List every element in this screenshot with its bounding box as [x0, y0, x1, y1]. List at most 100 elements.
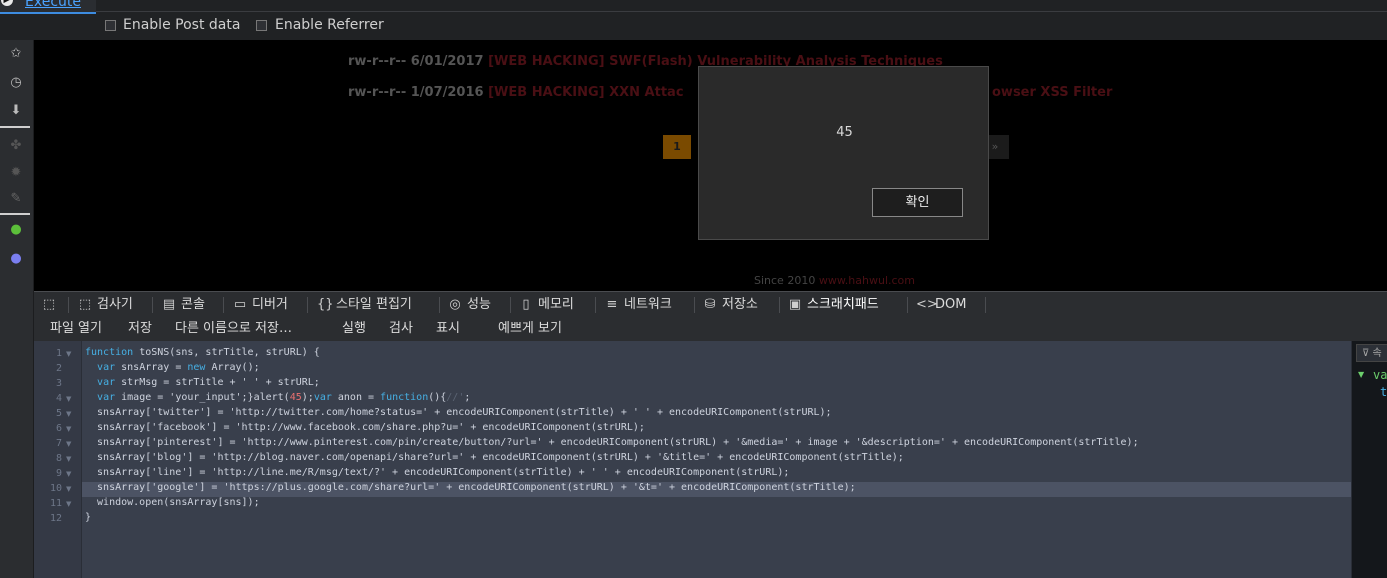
post-title: [WEB HACKING] XXN Attac — [488, 85, 684, 100]
debugger-icon: ▭ — [233, 297, 247, 312]
green-extension-icon[interactable]: ● — [7, 221, 25, 239]
execute-label: Execute — [25, 0, 81, 10]
tab-debugger[interactable]: ▭ 디버거 — [233, 292, 288, 318]
tab-inspector[interactable]: ⬚ 검사기 — [78, 292, 133, 318]
post-meta: rw-r--r-- 1/07/2016 — [348, 85, 484, 100]
code-line: snsArray['line'] = 'http://line.me/R/msg… — [85, 467, 790, 478]
execute-tab[interactable]: ▶ Execute — [0, 0, 96, 14]
filter-input[interactable]: ⊽ 속 — [1356, 344, 1387, 362]
code-line: function toSNS(sns, strTitle, strURL) { — [85, 347, 320, 358]
fold-arrow-icon[interactable]: ▼ — [66, 470, 71, 478]
enable-referrer-label: Enable Referrer — [275, 17, 384, 33]
sidebar-divider — [0, 126, 30, 128]
style-editor-icon: {} — [317, 297, 334, 312]
alert-message: 45 — [836, 125, 853, 140]
tab-divider — [595, 297, 596, 313]
run-button[interactable]: 실행 — [342, 317, 366, 341]
settings-gear-icon[interactable]: ✹ — [7, 164, 25, 182]
code-editor[interactable]: 1 ▼ 2 3 4 ▼ 5 ▼ 6 ▼ 7 ▼ 8 ▼ 9 ▼ 10 ▼ 11 ▼ 12 func… — [34, 341, 1351, 578]
fold-arrow-icon[interactable]: ▼ — [66, 440, 71, 448]
tab-divider — [907, 297, 908, 313]
tab-divider — [985, 297, 986, 313]
line-number: 5 — [55, 408, 62, 419]
bookmark-star-icon[interactable]: ✩ — [7, 45, 25, 63]
variable-name: va — [1373, 368, 1387, 382]
tab-console[interactable]: ▤ 콘솔 — [162, 292, 205, 318]
scratchpad-toolbar: 파일 열기 저장 다른 이름으로 저장… 실행 검사 표시 예쁘게 보기 — [34, 317, 1387, 341]
left-sidebar — [0, 40, 34, 578]
variable-child: t — [1380, 385, 1387, 399]
fold-arrow-icon[interactable]: ▼ — [66, 425, 71, 433]
enable-post-data-label: Enable Post data — [123, 17, 241, 33]
pen-icon[interactable]: ✎ — [7, 190, 25, 208]
code-line: snsArray['facebook'] = 'http://www.faceb… — [85, 422, 645, 433]
code-line: } — [85, 512, 92, 523]
save-as-button[interactable]: 다른 이름으로 저장… — [175, 317, 292, 341]
footer-link[interactable]: www.hahwul.com — [819, 274, 915, 287]
code-line: snsArray['pinterest'] = 'http://www.pint… — [85, 437, 1139, 448]
fold-arrow-icon[interactable]: ▼ — [66, 500, 71, 508]
fold-arrow-icon[interactable]: ▼ — [66, 410, 71, 418]
code-line: snsArray['google'] = 'https://plus.googl… — [85, 482, 856, 493]
tab-divider — [223, 297, 224, 313]
fold-arrow-icon[interactable]: ▼ — [66, 395, 71, 403]
enable-post-data-checkbox[interactable] — [105, 20, 116, 31]
open-file-button[interactable]: 파일 열기 — [50, 317, 102, 341]
tab-divider — [779, 297, 780, 313]
filter-icon: ⊽ — [1362, 348, 1373, 359]
post-title-tail: owser XSS Filter — [992, 85, 1113, 100]
storage-icon: ⛁ — [704, 297, 716, 312]
tab-divider — [307, 297, 308, 313]
scratchpad-icon: ▣ — [788, 297, 802, 312]
line-number: 3 — [55, 378, 62, 389]
tab-divider — [694, 297, 695, 313]
addon-puzzle-icon[interactable]: ✤ — [7, 137, 25, 155]
alert-ok-button[interactable]: 확인 — [872, 188, 963, 217]
post-meta: rw-r--r-- 6/01/2017 — [348, 54, 484, 69]
line-number: 7 — [55, 438, 62, 449]
alert-dialog: 45 확인 — [698, 66, 989, 240]
fold-arrow-icon[interactable]: ▼ — [66, 350, 71, 358]
post-entry[interactable]: rw-r--r-- 1/07/2016 [WEB HACKING] XXN At… — [348, 85, 684, 100]
variables-panel: ⊽ 속 ▼ va t — [1351, 341, 1387, 578]
tab-divider — [152, 297, 153, 313]
pretty-print-button[interactable]: 예쁘게 보기 — [498, 317, 562, 341]
tab-divider — [68, 297, 69, 313]
sidebar-divider — [0, 213, 30, 215]
tab-divider — [510, 297, 511, 313]
line-number: 10 — [49, 483, 62, 494]
inspect-button[interactable]: 검사 — [389, 317, 413, 341]
display-button[interactable]: 표시 — [436, 317, 460, 341]
history-icon[interactable]: ◷ — [7, 74, 25, 92]
line-number: 4 — [55, 393, 62, 404]
tab-performance[interactable]: ◎ 성능 — [448, 292, 491, 318]
tab-dom[interactable]: <>DOM — [916, 292, 966, 318]
tab-storage[interactable]: ⛁ 저장소 — [703, 292, 758, 318]
memory-icon: ▯ — [522, 297, 530, 312]
download-arrow-icon[interactable]: ⬇ — [7, 102, 25, 120]
pager-page-1[interactable]: 1 — [663, 135, 691, 159]
code-line: var strMsg = strTitle + ' ' + strURL; — [97, 377, 320, 388]
tab-memory[interactable]: ▯ 메모리 — [519, 292, 573, 318]
console-icon: ▤ — [162, 297, 176, 312]
enable-referrer-checkbox[interactable] — [256, 20, 267, 31]
tab-divider — [439, 297, 440, 313]
expand-arrow-icon[interactable]: ▼ — [1358, 370, 1364, 379]
code-line: snsArray['twitter'] = 'http://twitter.co… — [85, 407, 832, 418]
line-number: 11 — [49, 498, 62, 509]
save-button[interactable]: 저장 — [128, 317, 152, 341]
tab-network[interactable]: ≡ 네트워크 — [605, 292, 672, 318]
fold-arrow-icon[interactable]: ▼ — [66, 485, 71, 493]
tab-style-editor[interactable]: {} 스타일 편집기 — [317, 292, 412, 318]
purple-extension-icon[interactable]: ● — [7, 250, 25, 268]
network-icon: ≡ — [606, 297, 618, 312]
toolbar-divider — [96, 11, 1387, 12]
footer: Since 2010 www.hahwul.com — [754, 274, 915, 287]
code-line: var image = 'your_input';}alert(45);var … — [97, 392, 471, 403]
line-number: 9 — [55, 468, 62, 479]
element-picker-icon[interactable]: ⬚ — [42, 292, 61, 318]
code-line: snsArray['blog'] = 'http://blog.naver.co… — [85, 452, 904, 463]
fold-arrow-icon[interactable]: ▼ — [66, 455, 71, 463]
tab-scratchpad[interactable]: ▣ 스크래치패드 — [788, 292, 879, 318]
line-number: 8 — [55, 453, 62, 464]
